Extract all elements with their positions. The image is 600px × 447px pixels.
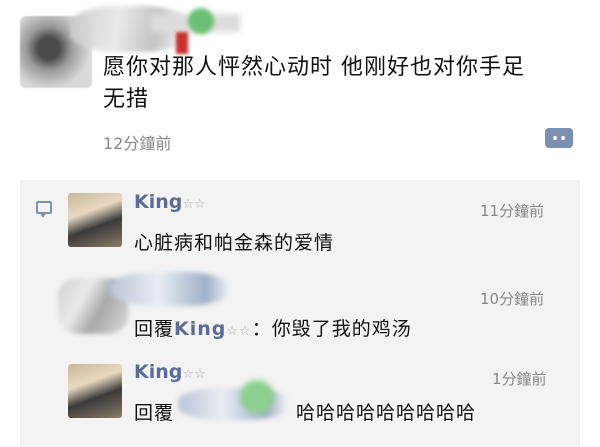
author-name-text[interactable]: King — [134, 361, 182, 383]
post-text-line-2: 无措 — [103, 87, 150, 112]
comment-reply-text: 回覆 — [134, 398, 174, 425]
comment-avatar[interactable] — [68, 364, 122, 418]
reply-body: ：你毁了我的鸡汤 — [251, 318, 412, 340]
reply-prefix: 回覆 — [134, 318, 175, 340]
name-decoration: ☆☆ — [182, 197, 206, 212]
comment-timestamp: 1分鐘前 — [492, 370, 547, 388]
author-name-text[interactable]: King — [134, 191, 182, 213]
comment-timestamp: 11分鐘前 — [480, 202, 545, 220]
name-decoration: ☆☆ — [182, 367, 206, 382]
reply-body: 哈哈哈哈哈哈哈哈哈 — [296, 402, 477, 424]
ellipsis-icon[interactable] — [545, 128, 573, 148]
name-decoration: ☆☆ — [226, 324, 252, 339]
post-text-line-1: 愿你对那人怦然心动时 他刚好也对你手足 — [103, 55, 525, 80]
redacted-sticker-smear — [188, 8, 214, 34]
comment-reply-text: 回覆King☆☆：你毁了我的鸡汤 — [134, 314, 412, 341]
comment-avatar[interactable] — [68, 193, 122, 247]
comment-text: 心脏病和帕金森的爱情 — [134, 232, 335, 254]
post-timestamp: 12分鐘前 — [103, 134, 172, 153]
comment-author-name[interactable]: King☆☆ — [134, 191, 206, 213]
comment-timestamp: 10分鐘前 — [480, 290, 545, 308]
redacted-name-smear — [110, 272, 230, 306]
redacted-sticker-smear — [176, 32, 188, 54]
comment-author-name[interactable]: King☆☆ — [134, 361, 206, 383]
reply-to-name[interactable]: King — [174, 318, 226, 340]
reply-prefix: 回覆 — [134, 402, 175, 424]
redacted-sticker-smear — [240, 380, 274, 414]
post-text: 愿你对那人怦然心动时 他刚好也对你手足 无措 — [103, 52, 573, 116]
comment-bubble-icon — [36, 201, 52, 218]
